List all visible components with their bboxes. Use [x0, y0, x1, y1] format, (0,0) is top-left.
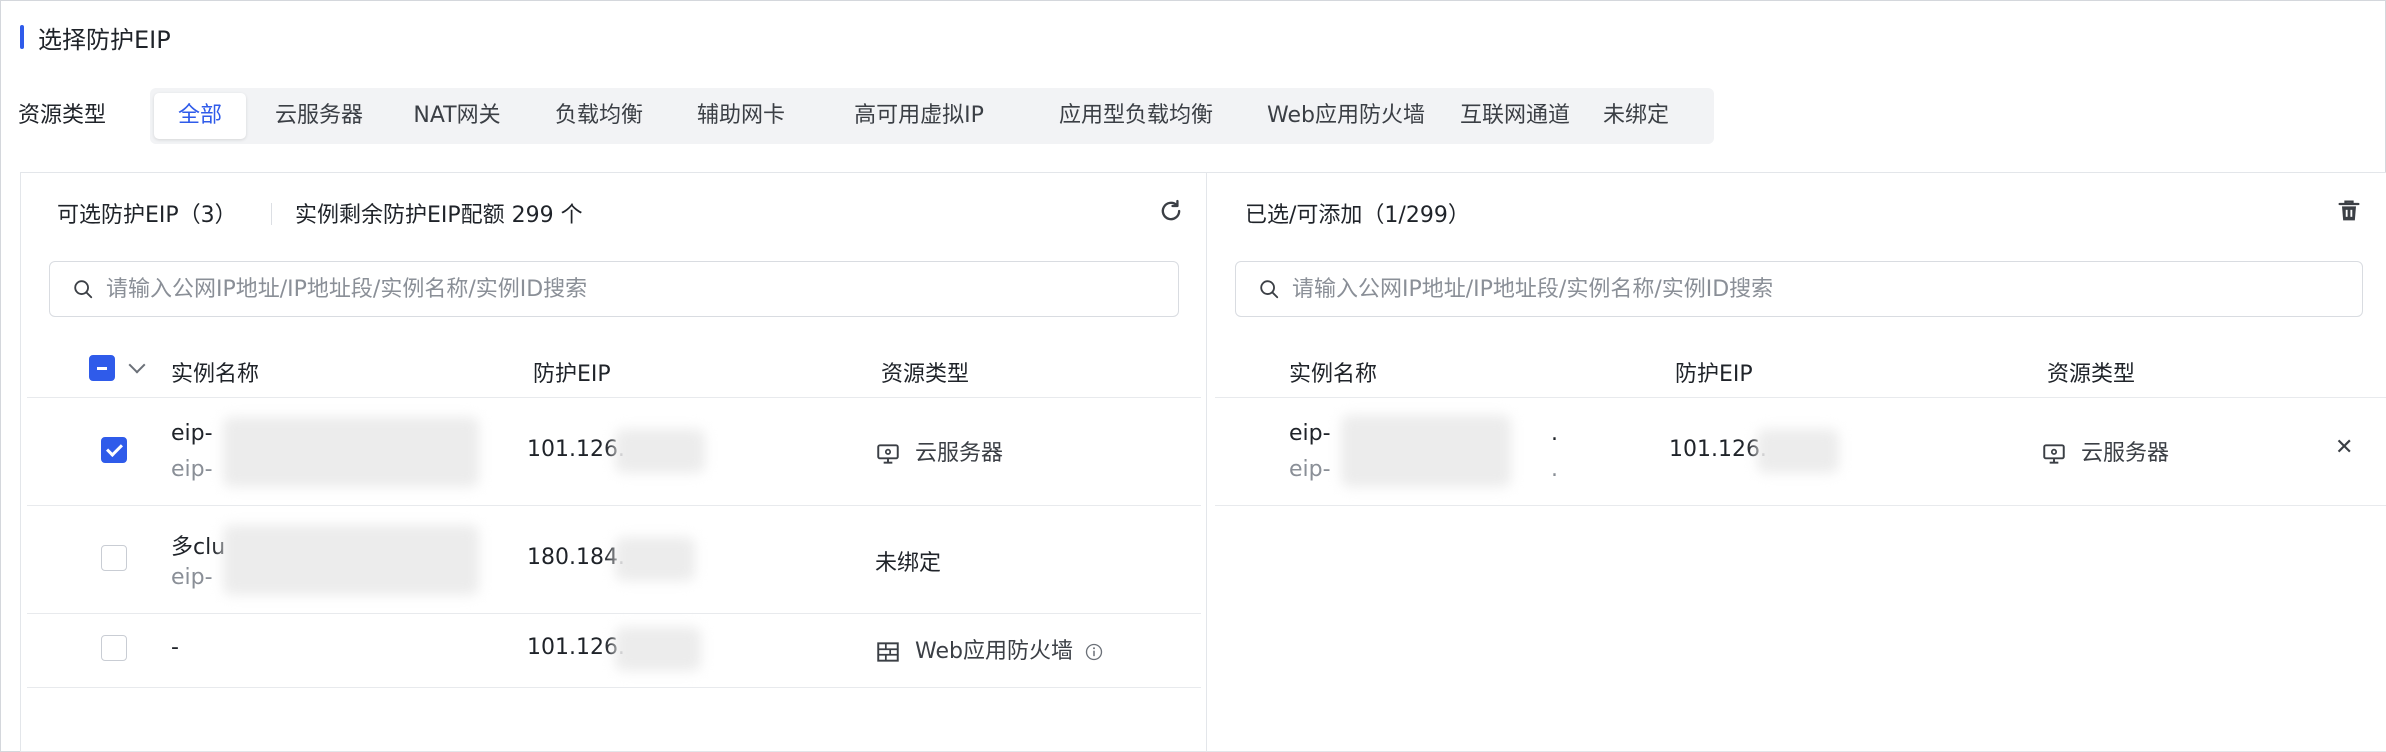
resource-type: 云服务器 — [875, 435, 1003, 467]
select-all-checkbox[interactable] — [89, 355, 115, 381]
quota-value: 299 — [511, 203, 554, 228]
left-search-box[interactable] — [49, 261, 1179, 317]
instance-id: eip- — [171, 565, 213, 590]
selected-eip-panel: 已选/可添加（1/299） 实例名称 防护EIP 资源类型 eip- eip- … — [1206, 172, 2386, 752]
row-checkbox[interactable] — [101, 437, 127, 463]
tab-unbound[interactable]: 未绑定 — [1584, 93, 1688, 139]
selected-row: eip- eip- . . 101.126. 云服务器 ✕ — [1215, 397, 2386, 506]
redacted-blur — [1757, 429, 1839, 473]
redacted-blur — [223, 417, 479, 487]
tab-load-balancer[interactable]: 负载均衡 — [542, 93, 656, 139]
dialog-title: 选择防护EIP — [38, 25, 171, 54]
tab-alb[interactable]: 应用型负载均衡 — [1020, 93, 1252, 139]
resource-type-label: 云服务器 — [915, 441, 1004, 466]
eip-address: 101.126. — [1669, 437, 1767, 462]
search-icon — [1260, 280, 1279, 299]
available-eip-title: 可选防护EIP（3） — [57, 203, 237, 228]
tab-all[interactable]: 全部 — [154, 93, 246, 139]
col-protected-eip: 防护EIP — [533, 362, 611, 387]
col-resource-type: 资源类型 — [881, 362, 970, 387]
selected-eip-title: 已选/可添加（1/299） — [1245, 203, 1470, 228]
redacted-blur — [615, 537, 695, 581]
redacted-blur — [615, 627, 701, 671]
monitor-icon — [877, 444, 899, 464]
eip-address: 101.126. — [527, 437, 625, 462]
tab-internet-tunnel[interactable]: 互联网通道 — [1442, 93, 1588, 139]
eip-address: 101.126. — [527, 635, 625, 660]
left-search-input[interactable] — [104, 275, 1124, 303]
resource-type-label: 云服务器 — [2081, 441, 2170, 466]
eip-address: 180.184. — [527, 545, 625, 570]
trash-icon[interactable] — [2335, 197, 2363, 225]
refresh-icon[interactable] — [1157, 197, 1185, 225]
instance-id: eip- — [1289, 457, 1331, 482]
search-icon — [74, 280, 93, 299]
firewall-icon — [877, 642, 899, 662]
table-row[interactable]: - 101.126. Web应用防火墙 — [27, 613, 1201, 688]
info-icon[interactable] — [1084, 642, 1104, 662]
col-instance-name: 实例名称 — [171, 362, 260, 387]
instance-name: eip- — [1289, 421, 1331, 446]
id-trail: . — [1551, 457, 1558, 482]
tab-nat-gateway[interactable]: NAT网关 — [400, 93, 514, 139]
resource-type: 云服务器 — [2041, 435, 2169, 467]
chevron-down-icon[interactable] — [128, 356, 146, 374]
resource-type: Web应用防火墙 — [875, 633, 1104, 665]
tab-ha-vip[interactable]: 高可用虚拟IP — [826, 93, 1012, 139]
dialog-header: 选择防护EIP — [20, 22, 171, 54]
redacted-blur — [223, 525, 479, 595]
row-checkbox[interactable] — [101, 635, 127, 661]
redacted-blur — [615, 429, 705, 473]
right-table-header: 实例名称 防护EIP 资源类型 — [1215, 339, 2386, 398]
resource-type-tabs: 全部 云服务器 NAT网关 负载均衡 辅助网卡 高可用虚拟IP 应用型负载均衡 … — [150, 88, 1714, 144]
title-accent-bar — [20, 25, 24, 49]
resource-type-label: 未绑定 — [875, 551, 942, 576]
resource-type-label: 资源类型 — [18, 103, 107, 128]
right-search-input[interactable] — [1290, 275, 2308, 303]
instance-id: eip- — [171, 457, 213, 482]
tab-waf[interactable]: Web应用防火墙 — [1232, 93, 1460, 139]
col-instance-name: 实例名称 — [1289, 362, 1378, 387]
resource-type-label: Web应用防火墙 — [915, 639, 1073, 664]
table-row[interactable]: eip- eip- 101.126. 云服务器 — [27, 397, 1201, 506]
quota-info: 实例剩余防护EIP配额 299 个 — [295, 197, 583, 229]
monitor-icon — [2043, 444, 2065, 464]
tab-cloud-server[interactable]: 云服务器 — [262, 93, 376, 139]
table-row[interactable]: 多clu eip- 180.184. 未绑定 — [27, 505, 1201, 614]
remove-row-button[interactable]: ✕ — [2335, 435, 2353, 460]
name-trail: . — [1551, 421, 1558, 446]
available-eip-panel: 可选防护EIP（3） 实例剩余防护EIP配额 299 个 实例名称 防护EIP … — [20, 172, 1208, 752]
instance-name: 多clu — [171, 535, 226, 560]
col-resource-type: 资源类型 — [2047, 362, 2136, 387]
instance-name: eip- — [171, 421, 213, 446]
row-checkbox[interactable] — [101, 545, 127, 571]
quota-prefix: 实例剩余防护EIP配额 — [295, 203, 505, 228]
header-divider — [271, 203, 272, 225]
tab-secondary-nic[interactable]: 辅助网卡 — [684, 93, 798, 139]
col-protected-eip: 防护EIP — [1675, 362, 1753, 387]
quota-unit: 个 — [560, 203, 583, 228]
right-search-box[interactable] — [1235, 261, 2363, 317]
redacted-blur — [1341, 415, 1511, 487]
instance-name: - — [171, 635, 179, 660]
left-table-header: 实例名称 防护EIP 资源类型 — [27, 339, 1201, 398]
